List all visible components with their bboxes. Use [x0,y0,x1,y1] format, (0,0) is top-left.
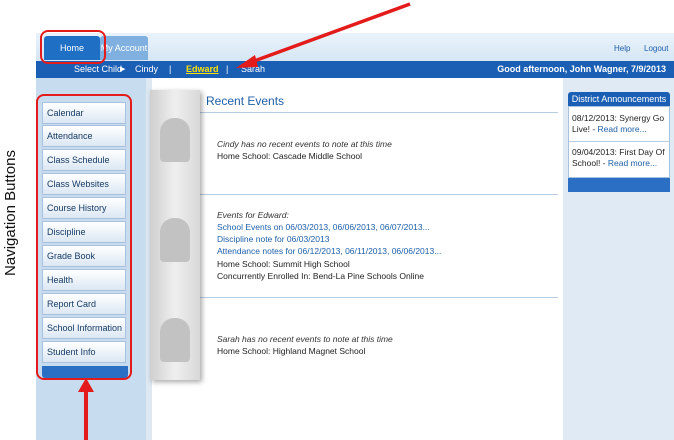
arrowhead-icon [236,55,258,68]
arrow-to-edward [245,2,411,66]
arrowhead-icon [78,378,94,392]
annotation-arrows [78,2,411,440]
